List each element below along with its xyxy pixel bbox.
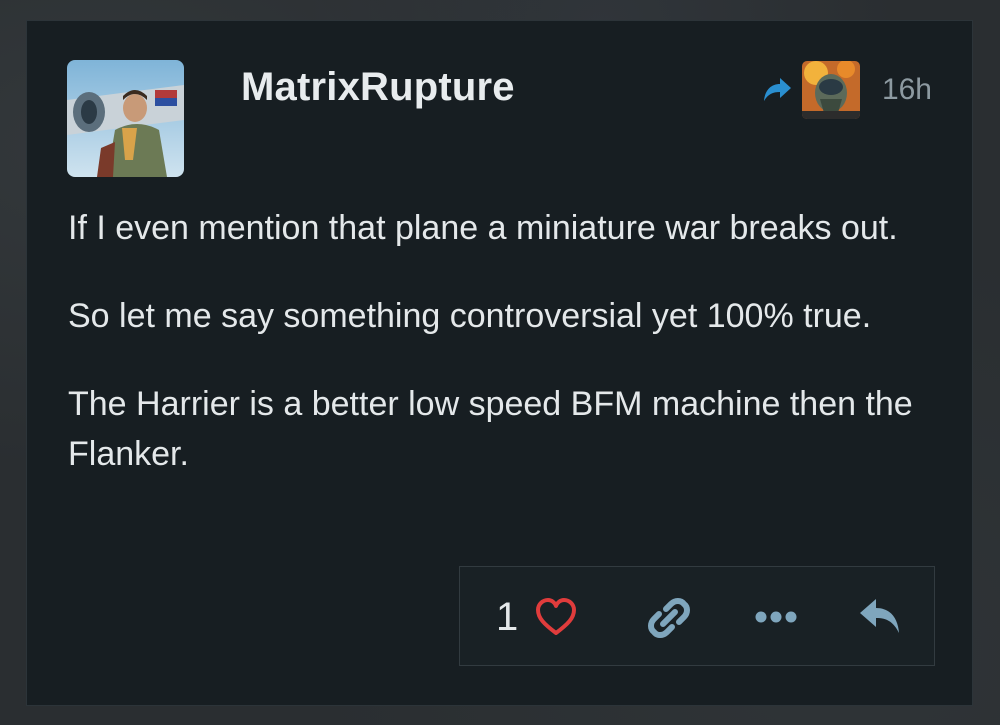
reply-icon[interactable]: [856, 595, 904, 639]
like-button[interactable]: 1: [496, 593, 578, 641]
heart-icon: [536, 598, 577, 635]
post-card: MatrixRupture 16h If I even mention that…: [26, 20, 973, 706]
post-timestamp[interactable]: 16h: [882, 73, 932, 107]
user-avatar[interactable]: [67, 60, 184, 177]
link-icon[interactable]: [646, 595, 692, 641]
more-dots-icon[interactable]: [754, 603, 798, 631]
post-body: If I even mention that plane a miniature…: [68, 203, 948, 517]
post-paragraph: So let me say something controversial ye…: [68, 297, 872, 335]
reply-to-avatar[interactable]: [801, 61, 860, 119]
post-paragraph: If I even mention that plane a miniature…: [68, 209, 898, 247]
like-count: 1: [496, 594, 519, 639]
post-actions: 1: [459, 566, 935, 666]
post-paragraph: The Harrier is a better low speed BFM ma…: [68, 385, 913, 473]
post-meta: 16h: [760, 60, 932, 120]
reply-arrow-icon[interactable]: [760, 73, 794, 107]
username[interactable]: MatrixRupture: [241, 65, 515, 110]
